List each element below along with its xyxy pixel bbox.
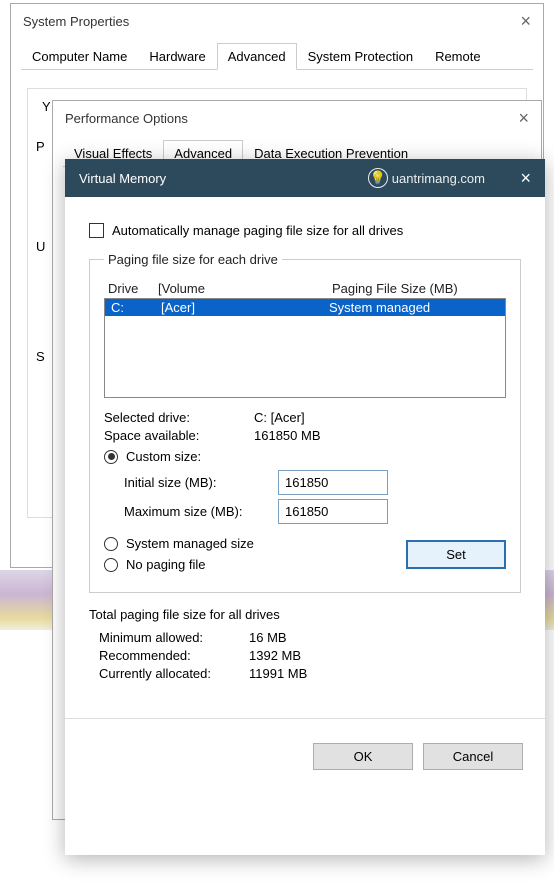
drive-volume: [Acer]	[161, 300, 329, 315]
tab-advanced[interactable]: Advanced	[217, 43, 297, 70]
truncated-text: Y	[42, 99, 51, 114]
perfopts-title: Performance Options	[65, 111, 188, 126]
rec-label: Recommended:	[89, 648, 249, 663]
tab-computer-name[interactable]: Computer Name	[21, 43, 138, 70]
no-paging-radio[interactable]	[104, 558, 118, 572]
ok-button[interactable]: OK	[313, 743, 413, 770]
drive-row[interactable]: C: [Acer] System managed	[105, 299, 505, 316]
space-value: 161850 MB	[254, 428, 321, 443]
tab-remote[interactable]: Remote	[424, 43, 492, 70]
max-size-input[interactable]	[278, 499, 388, 524]
initial-size-input[interactable]	[278, 470, 388, 495]
selected-drive-value: C: [Acer]	[254, 410, 305, 425]
custom-size-label: Custom size:	[126, 449, 201, 464]
min-value: 16 MB	[249, 630, 287, 645]
label-s: S	[36, 349, 45, 364]
totals-label: Total paging file size for all drives	[89, 607, 521, 622]
system-managed-label: System managed size	[126, 536, 254, 551]
rec-value: 1392 MB	[249, 648, 301, 663]
selected-drive-label: Selected drive:	[104, 410, 254, 425]
label-p: P	[36, 139, 45, 154]
vmem-title: Virtual Memory	[79, 171, 166, 186]
system-managed-option[interactable]: System managed size	[104, 536, 254, 551]
space-available-row: Space available: 161850 MB	[104, 428, 506, 443]
auto-manage-row[interactable]: Automatically manage paging file size fo…	[89, 223, 521, 238]
tab-hardware[interactable]: Hardware	[138, 43, 216, 70]
close-icon[interactable]: ×	[520, 169, 531, 187]
space-label: Space available:	[104, 428, 254, 443]
col-drive: Drive	[108, 281, 158, 296]
recommended-row: Recommended: 1392 MB	[89, 648, 521, 663]
col-volume: [Volume	[158, 281, 332, 296]
cur-value: 11991 MB	[249, 666, 307, 681]
vmem-content: Automatically manage paging file size fo…	[65, 197, 545, 714]
selected-drive-row: Selected drive: C: [Acer]	[104, 410, 506, 425]
close-icon[interactable]: ×	[518, 109, 529, 127]
initial-size-label: Initial size (MB):	[124, 475, 264, 490]
custom-size-option[interactable]: Custom size:	[104, 449, 506, 464]
drive-size: System managed	[329, 300, 499, 315]
sysprops-title: System Properties	[23, 14, 129, 29]
vmem-titlebar: Virtual Memory 💡 uantrimang.com ×	[65, 159, 545, 197]
close-icon[interactable]: ×	[520, 12, 531, 30]
max-size-label: Maximum size (MB):	[124, 504, 264, 519]
drive-letter: C:	[111, 300, 161, 315]
watermark: 💡 uantrimang.com	[368, 168, 485, 188]
perfopts-titlebar: Performance Options ×	[53, 101, 541, 135]
lightbulb-icon: 💡	[368, 168, 388, 188]
no-paging-label: No paging file	[126, 557, 206, 572]
min-label: Minimum allowed:	[89, 630, 249, 645]
col-size: Paging File Size (MB)	[332, 281, 502, 296]
custom-size-radio[interactable]	[104, 450, 118, 464]
sysprops-tabs: Computer Name Hardware Advanced System P…	[21, 42, 533, 70]
drive-group-label: Paging file size for each drive	[104, 252, 282, 267]
auto-manage-checkbox[interactable]	[89, 223, 104, 238]
drive-group: Paging file size for each drive Drive [V…	[89, 252, 521, 593]
system-managed-radio[interactable]	[104, 537, 118, 551]
max-size-row: Maximum size (MB):	[124, 499, 506, 524]
sysprops-titlebar: System Properties ×	[11, 4, 543, 38]
cur-label: Currently allocated:	[89, 666, 249, 681]
set-button[interactable]: Set	[406, 540, 506, 569]
tab-system-protection[interactable]: System Protection	[297, 43, 425, 70]
cancel-button[interactable]: Cancel	[423, 743, 523, 770]
virtual-memory-window: Virtual Memory 💡 uantrimang.com × Automa…	[65, 159, 545, 855]
min-allowed-row: Minimum allowed: 16 MB	[89, 630, 521, 645]
initial-size-row: Initial size (MB):	[124, 470, 506, 495]
separator	[65, 718, 545, 719]
currently-allocated-row: Currently allocated: 11991 MB	[89, 666, 521, 681]
totals-group: Total paging file size for all drives Mi…	[89, 607, 521, 684]
no-paging-option[interactable]: No paging file	[104, 557, 254, 572]
drive-list[interactable]: C: [Acer] System managed	[104, 298, 506, 398]
label-u: U	[36, 239, 45, 254]
auto-manage-label: Automatically manage paging file size fo…	[112, 223, 403, 238]
drive-columns: Drive [Volume Paging File Size (MB)	[104, 279, 506, 298]
vmem-buttons: OK Cancel	[65, 729, 545, 784]
